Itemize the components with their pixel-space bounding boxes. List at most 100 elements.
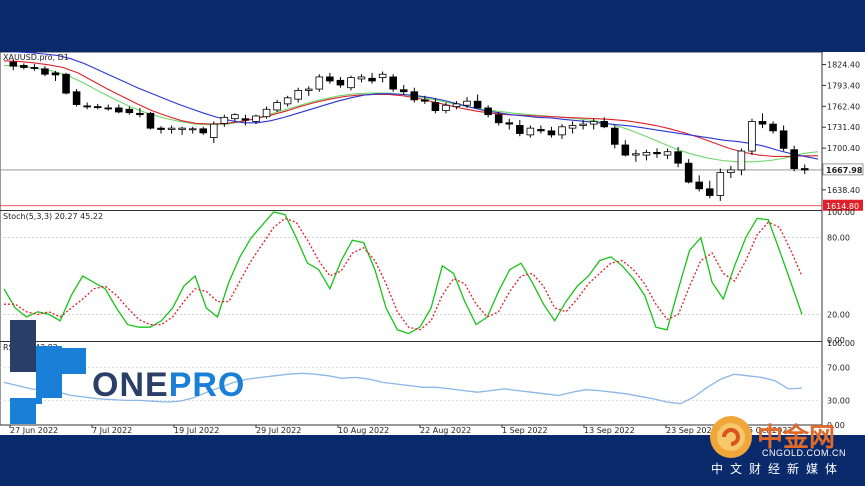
candle-body [695, 181, 703, 190]
candle-body [705, 188, 714, 196]
candle-body [748, 121, 756, 152]
candle-body [220, 116, 229, 124]
candle-body [674, 151, 682, 164]
stoch-tick-label: 100.00 [827, 208, 855, 217]
candle-body [589, 121, 598, 125]
onepro-logo-text: ONEPRO [92, 366, 245, 405]
logo-text-one: ONE [92, 366, 169, 404]
candle-body [790, 149, 798, 169]
candle-body [62, 73, 70, 94]
candle-body [526, 127, 535, 136]
candle-body [547, 130, 556, 136]
price-tick-label: 1793.40 [827, 81, 860, 90]
candle-body [9, 61, 18, 67]
watermark-url: CNGOLD.COM.CN [762, 448, 847, 458]
ma-line-green [3, 64, 819, 163]
price-tick-label: 1762.40 [827, 102, 860, 111]
candle-body [600, 121, 609, 128]
candle-body [326, 76, 334, 82]
current-price-tag-label: 1667.98 [826, 166, 863, 175]
stoch-k-line [3, 211, 803, 335]
price-tick-label: 1700.40 [827, 144, 860, 153]
candle-body [125, 108, 134, 114]
candle-body [642, 151, 651, 156]
rsi-tick-label: 30.00 [827, 396, 850, 405]
candle-body [663, 151, 672, 156]
candle-body [484, 107, 492, 116]
candle-body [336, 79, 345, 86]
candle-body [72, 91, 81, 105]
candle-body [716, 172, 725, 196]
candle-body [178, 127, 186, 130]
stoch-label: Stoch(5,3,3) 20.27 45.22 [3, 212, 103, 221]
candle-body [273, 102, 281, 111]
candle-body [610, 127, 619, 145]
candle-body [157, 127, 165, 130]
candle-body [579, 123, 587, 126]
candle-body [209, 123, 218, 138]
candle-body [758, 121, 767, 125]
stoch-tick-label: 80.00 [827, 234, 850, 243]
rsi-tick-label: 100.00 [827, 339, 855, 348]
candle-body [20, 65, 28, 68]
cngold-logo-icon [710, 416, 752, 458]
date-tick-label: 10 Aug 2022 [338, 426, 389, 435]
candle-body [421, 99, 429, 102]
candle-body [231, 114, 239, 120]
candle-body [442, 104, 450, 112]
candle-body [727, 169, 735, 174]
candle-body [537, 129, 545, 132]
candle-body [252, 115, 260, 122]
candle-body [473, 100, 482, 109]
candle-body [653, 151, 661, 155]
candle-body [241, 118, 250, 121]
candle-body [737, 150, 746, 171]
candle-body [769, 123, 777, 132]
candle-body [452, 103, 461, 107]
candle-body [83, 105, 91, 108]
candle-body [558, 126, 566, 136]
candle-body [632, 153, 640, 156]
candle-body [30, 67, 39, 69]
price-tick-label: 1638.40 [827, 186, 860, 195]
candle-body [357, 76, 366, 80]
candle-body [463, 100, 471, 106]
candle-body [315, 76, 324, 90]
candle-body [621, 144, 630, 156]
candle-body [41, 68, 49, 75]
candle-body [115, 107, 123, 113]
rsi-tick-label: 70.00 [827, 364, 850, 373]
candle-body [494, 114, 503, 124]
candle-body [800, 168, 809, 171]
candle-body [188, 128, 197, 131]
candle-body [378, 73, 387, 79]
candle-body [568, 125, 577, 129]
logo-text-pro: PRO [168, 366, 246, 404]
candle-body [167, 127, 176, 130]
candle-body [93, 106, 102, 108]
candle-body [146, 112, 155, 129]
date-tick-label: 22 Aug 2022 [420, 426, 471, 435]
date-tick-label: 1 Sep 2022 [502, 426, 548, 435]
candle-body [779, 130, 788, 149]
candle-body [199, 128, 208, 134]
ma-line-blue [3, 50, 819, 160]
candle-body [304, 88, 313, 91]
candle-body [136, 112, 144, 116]
price-tick-label: 1824.40 [827, 61, 860, 70]
candle-body [283, 97, 292, 105]
date-tick-label: 13 Sep 2022 [584, 426, 635, 435]
candle-body [410, 91, 419, 101]
candle-body [368, 77, 376, 82]
candle-body [347, 77, 355, 89]
candle-body [505, 122, 514, 125]
candle-body [51, 72, 60, 76]
candle-body [294, 90, 302, 100]
candle-body [399, 89, 408, 93]
candle-body [104, 107, 113, 110]
stoch-tick-label: 20.00 [827, 310, 850, 319]
ma-line-red [3, 60, 818, 157]
candle-body [684, 162, 693, 183]
price-tick-label: 1731.40 [827, 123, 860, 132]
watermark-subtitle: 中文财经新媒体 [711, 462, 845, 476]
